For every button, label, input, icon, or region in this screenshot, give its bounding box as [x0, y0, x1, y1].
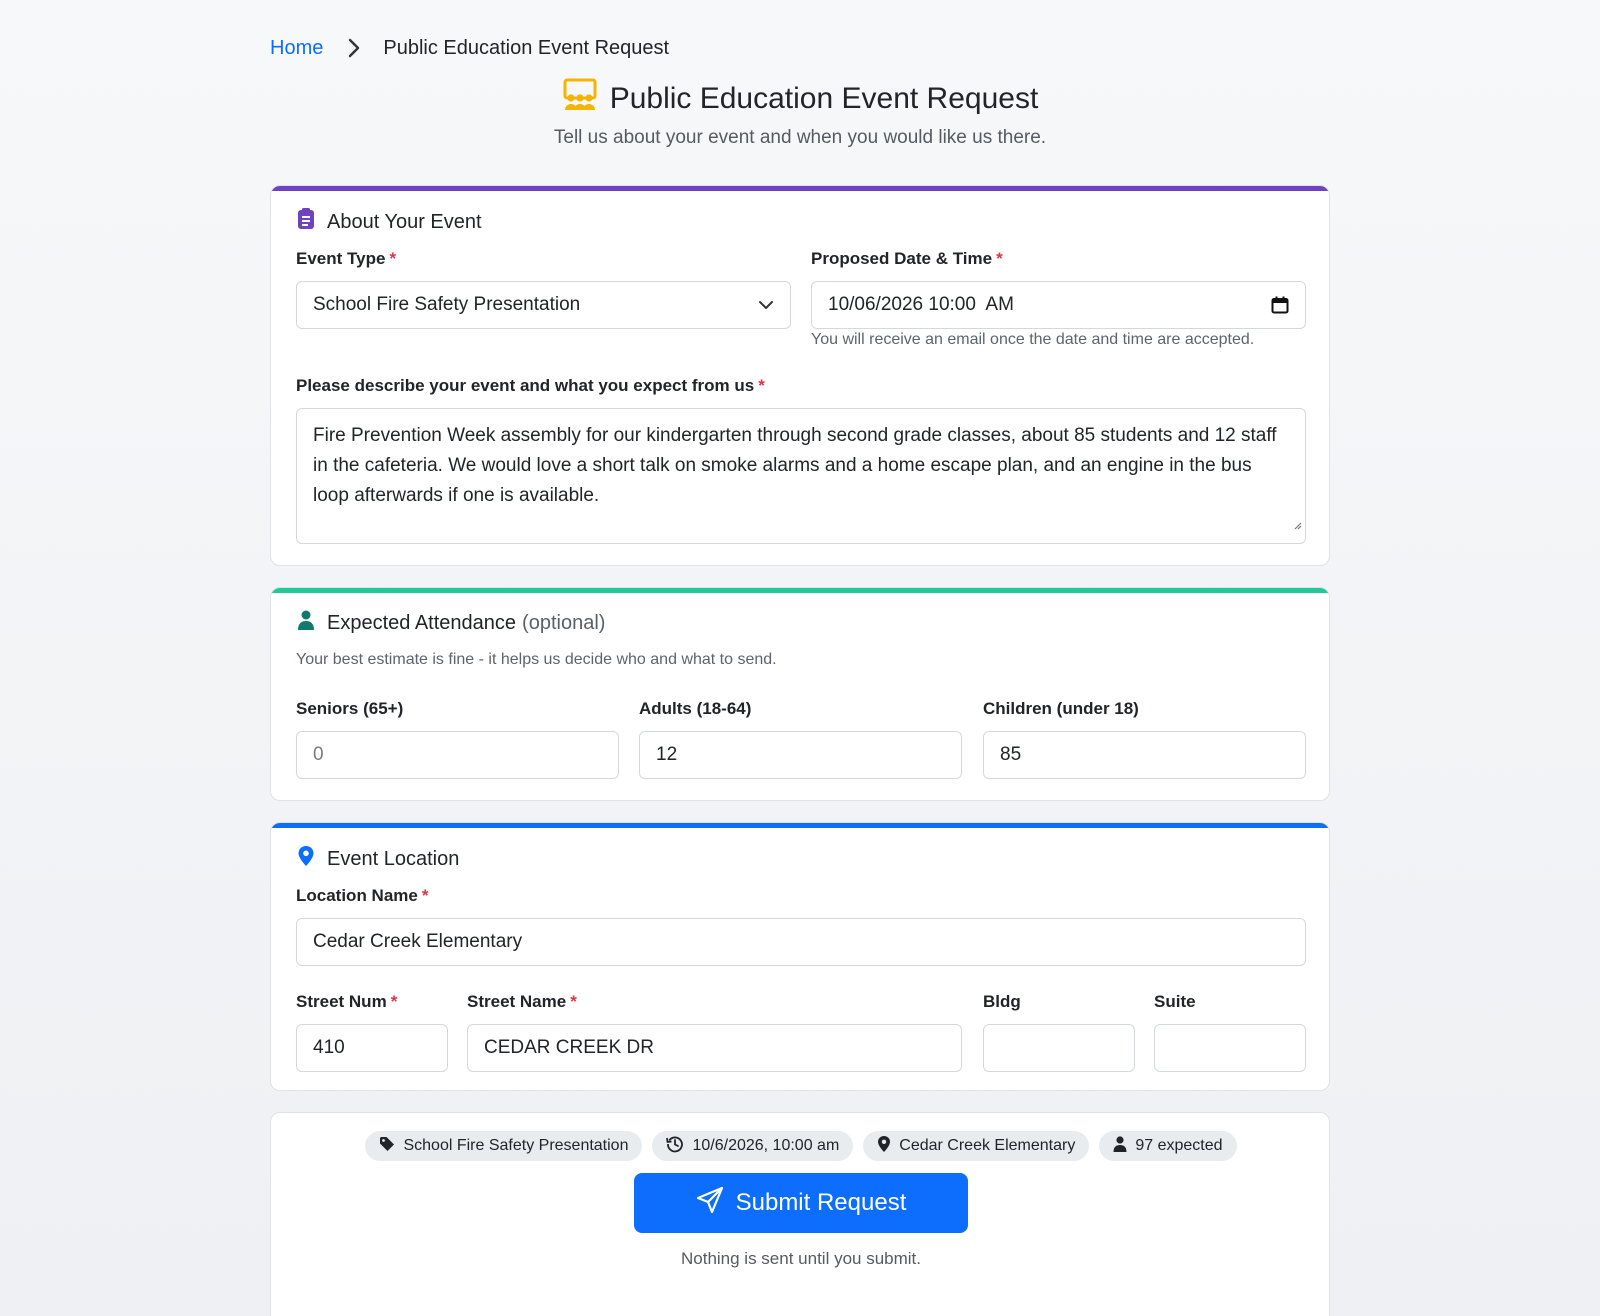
- breadcrumb-home-link[interactable]: Home: [270, 37, 323, 60]
- summary-card: School Fire Safety Presentation 10/6/202…: [270, 1112, 1330, 1316]
- chevron-down-icon: [758, 300, 774, 310]
- seniors-label: Seniors (65+): [296, 699, 404, 718]
- chevron-right-icon: [347, 38, 361, 58]
- description-label: Please describe your event and what you …: [296, 376, 765, 395]
- attendance-card: Expected Attendance (optional) Your best…: [270, 587, 1330, 801]
- children-label: Children (under 18): [983, 699, 1139, 718]
- adults-label: Adults (18-64): [639, 699, 752, 718]
- description-text: Fire Prevention Week assembly for our ki…: [313, 425, 1277, 506]
- card-header: Event Location: [297, 845, 459, 873]
- submit-label: Submit Request: [735, 1189, 907, 1216]
- event-type-selected-value: School Fire Safety Presentation: [313, 294, 581, 315]
- adults-input[interactable]: 12: [639, 731, 962, 779]
- page-title: Public Education Event Request: [609, 82, 1039, 115]
- seniors-placeholder: 0: [313, 744, 324, 765]
- children-input[interactable]: 85: [983, 731, 1306, 779]
- adults-value: 12: [656, 744, 678, 765]
- calendar-icon[interactable]: [1271, 296, 1289, 314]
- street-num-value: 410: [313, 1037, 345, 1058]
- date-time-value: 10/06/2026 10:00 AM: [828, 294, 1014, 315]
- card-header: Expected Attendance (optional): [297, 610, 605, 636]
- street-name-input[interactable]: CEDAR CREEK DR: [467, 1024, 962, 1072]
- card-accent-bar: [271, 588, 1329, 593]
- location-card: Event Location Location Name * Cedar Cree…: [270, 822, 1330, 1091]
- children-value: 85: [1000, 744, 1022, 765]
- street-name-label: Street Name *: [467, 992, 577, 1011]
- summary-chip-text: Cedar Creek Elementary: [899, 1137, 1076, 1154]
- card-title: Event Location: [327, 847, 460, 870]
- map-pin-icon: [877, 1135, 891, 1158]
- summary-chip-date: 10/6/2026, 10:00 am: [652, 1131, 854, 1161]
- bldg-input[interactable]: [983, 1024, 1135, 1072]
- breadcrumb: Home Public Education Event Request: [270, 34, 669, 62]
- description-textarea[interactable]: Fire Prevention Week assembly for our ki…: [296, 408, 1306, 544]
- page-subtitle: Tell us about your event and when you wo…: [553, 127, 1047, 148]
- date-time-input[interactable]: 10/06/2026 10:00 AM: [811, 281, 1306, 329]
- location-name-value: Cedar Creek Elementary: [313, 931, 523, 952]
- summary-chip-event-type: School Fire Safety Presentation: [365, 1131, 643, 1161]
- date-help-text: You will receive an email once the date …: [811, 331, 1255, 348]
- page-title-row: Public Education Event Request: [270, 78, 1330, 120]
- presentation-audience-icon: [562, 78, 598, 120]
- card-accent-bar: [271, 186, 1329, 191]
- card-accent-bar: [271, 823, 1329, 828]
- summary-chip-location: Cedar Creek Elementary: [863, 1131, 1090, 1161]
- summary-chip-text: 10/6/2026, 10:00 am: [692, 1137, 840, 1154]
- bldg-label: Bldg: [983, 992, 1021, 1011]
- summary-chip-text: School Fire Safety Presentation: [403, 1137, 629, 1154]
- about-event-card: About Your Event Event Type * School Fire…: [270, 185, 1330, 566]
- location-name-label: Location Name *: [296, 886, 429, 905]
- date-time-label: Proposed Date & Time *: [811, 249, 1003, 268]
- event-type-select[interactable]: School Fire Safety Presentation: [296, 281, 791, 329]
- person-icon: [297, 610, 315, 636]
- street-name-value: CEDAR CREEK DR: [484, 1037, 654, 1058]
- event-type-label: Event Type *: [296, 249, 397, 268]
- submit-request-button[interactable]: Submit Request: [634, 1173, 968, 1233]
- optional-tag: (optional): [522, 611, 606, 634]
- map-pin-icon: [297, 845, 315, 873]
- attendance-hint: Your best estimate is fine - it helps us…: [296, 651, 777, 668]
- card-header: About Your Event: [297, 208, 482, 236]
- resize-grip-icon[interactable]: [1292, 510, 1302, 540]
- summary-chip-attendance: 97 expected: [1099, 1131, 1237, 1161]
- seniors-input[interactable]: 0: [296, 731, 619, 779]
- suite-input[interactable]: [1154, 1024, 1306, 1072]
- street-num-input[interactable]: 410: [296, 1024, 448, 1072]
- tag-icon: [379, 1136, 395, 1157]
- suite-label: Suite: [1154, 992, 1196, 1011]
- card-title: Expected Attendance: [327, 611, 517, 634]
- location-name-input[interactable]: Cedar Creek Elementary: [296, 918, 1306, 966]
- clipboard-icon: [297, 208, 315, 236]
- summary-chips: School Fire Safety Presentation 10/6/202…: [271, 1131, 1329, 1161]
- person-icon: [1113, 1135, 1127, 1157]
- summary-chip-text: 97 expected: [1135, 1137, 1223, 1154]
- send-icon: [696, 1186, 724, 1221]
- card-title: About Your Event: [327, 210, 482, 233]
- history-icon: [666, 1135, 684, 1158]
- street-num-label: Street Num *: [296, 992, 398, 1011]
- submit-note: Nothing is sent until you submit.: [680, 1249, 921, 1268]
- breadcrumb-current: Public Education Event Request: [383, 36, 670, 59]
